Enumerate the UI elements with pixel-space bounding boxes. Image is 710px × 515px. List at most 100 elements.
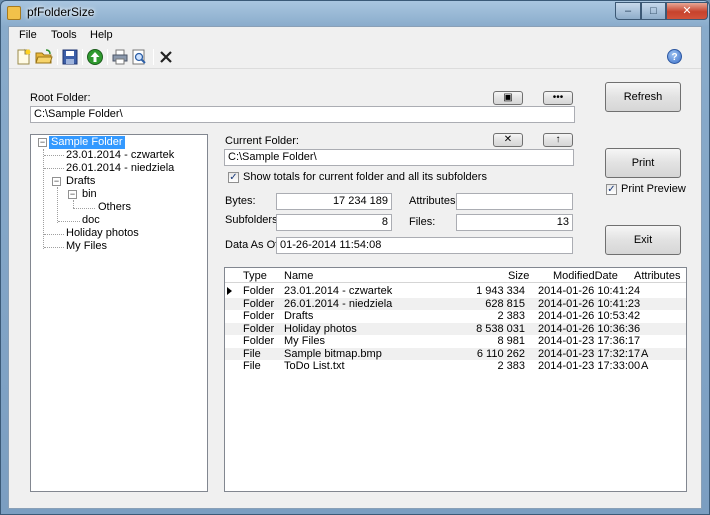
open-folder-icon[interactable] [35,48,53,66]
cell-name: Holiday photos [284,322,357,335]
tree-line [73,200,74,208]
cell-size: 8 981 [497,335,525,347]
cell-type: File [243,360,261,372]
tree-line [73,208,95,209]
tree-line [44,155,64,156]
cell-type: Folder [243,297,275,310]
current-folder-label: Current Folder: [225,135,299,147]
table-row[interactable]: File Sample bitmap.bmp 6 110 262 2014-01-23… [225,347,686,360]
clear-current-button[interactable]: ✕ [493,133,523,147]
menu-tools[interactable]: Tools [51,29,77,41]
print-icon[interactable] [111,48,129,66]
print-preview-checkbox[interactable]: ✓ [606,184,617,195]
tree-line [44,168,64,169]
cell-modified: 2014-01-26 10:36:36 [538,322,641,335]
menu-file[interactable]: File [19,29,37,41]
tree-node-my-files[interactable]: My Files [66,240,107,253]
tree-line [44,247,64,248]
table-row[interactable]: Folder 23.01.2014 - czwartek 1 943 334 2014… [225,285,686,297]
up-arrow-icon[interactable] [86,48,104,66]
tree-node-26-01-2014[interactable]: 26.01.2014 - niedziela [66,162,174,175]
help-icon[interactable]: ? [667,49,682,64]
new-icon[interactable] [15,48,33,66]
menu-bar: File Tools Help [9,27,701,45]
toolbar-separator [82,49,83,65]
grid-header: Type Name Size ModifiedDate Attributes [225,268,686,283]
cell-size: 8 538 031 [476,322,525,335]
table-row[interactable]: Folder Drafts 2 383 2014-01-26 10:53:42 [225,310,686,322]
tree-node-sample-folder[interactable]: Sample Folder [49,136,125,149]
tree-collapse-toggle[interactable]: − [52,177,61,186]
menu-help[interactable]: Help [90,29,113,41]
up-folder-button[interactable]: ↑ [543,133,573,147]
minimize-button[interactable]: – [615,2,641,20]
tree-node-bin[interactable]: bin [82,188,97,201]
current-folder-input[interactable]: C:\Sample Folder\ [224,149,574,166]
cell-name: ToDo List.txt [284,360,345,372]
bytes-label: Bytes: [225,195,256,207]
tree-line [58,221,80,222]
files-label: Files: [409,216,436,228]
show-totals-label: Show totals for current folder and all i… [243,171,487,183]
cell-name: Drafts [284,310,314,322]
title-bar[interactable]: pfFolderSize – □ ✕ [1,1,709,25]
toolbar-separator [153,49,154,65]
cell-type: Folder [243,322,275,335]
column-name-header[interactable]: Name [284,270,313,282]
cell-size: 6 110 262 [476,347,525,360]
cell-attributes: A [641,347,649,360]
cell-size: 2 383 [497,310,525,322]
column-size-header[interactable]: Size [508,270,529,282]
tree-node-others[interactable]: Others [98,201,131,214]
print-preview-label: Print Preview [621,183,686,195]
tree-collapse-toggle[interactable]: − [68,190,77,199]
toolbar-separator [57,49,58,65]
cell-modified: 2014-01-23 17:33:00 [538,360,641,372]
bytes-value: 17 234 189 [276,193,392,210]
show-totals-checkbox[interactable]: ✓ [228,172,239,183]
tree-node-holiday-photos[interactable]: Holiday photos [66,227,139,240]
attributes-label: Attributes: [409,195,459,207]
cell-modified: 2014-01-23 17:36:17 [538,335,641,347]
data-as-of-label: Data As Of: [225,239,282,251]
client-area: File Tools Help ? Root Folder: ▣ ••• C:\… [8,26,702,509]
cell-modified: 2014-01-26 10:53:42 [538,310,641,322]
root-folder-input[interactable]: C:\Sample Folder\ [30,106,575,123]
column-modified-header[interactable]: ModifiedDate [553,270,618,282]
root-pick-button[interactable]: ▣ [493,91,523,105]
print-preview-icon[interactable] [130,48,148,66]
browse-button[interactable]: ••• [543,91,573,105]
tree-node-doc[interactable]: doc [82,214,100,227]
window-title: pfFolderSize [27,5,95,19]
tree-node-drafts[interactable]: Drafts [66,175,95,188]
maximize-button[interactable]: □ [641,2,666,20]
refresh-button[interactable]: Refresh [605,82,681,112]
tree-node-23-01-2014[interactable]: 23.01.2014 - czwartek [66,149,174,162]
folder-tree[interactable]: − Sample Folder 23.01.2014 - czwartek 26… [30,134,208,492]
app-window: pfFolderSize – □ ✕ File Tools Help ? Roo… [0,0,710,515]
column-attributes-header[interactable]: Attributes [634,270,680,282]
cell-size: 1 943 334 [476,285,525,297]
table-row[interactable]: Folder 26.01.2014 - niedziela 628 815 2014-… [225,297,686,310]
app-icon [7,6,21,20]
delete-icon[interactable] [157,48,175,66]
contents-grid[interactable]: Type Name Size ModifiedDate Attributes F… [224,267,687,492]
cell-size: 2 383 [497,360,525,372]
cell-type: Folder [243,335,275,347]
cell-type: Folder [243,285,275,297]
column-type-header[interactable]: Type [243,270,267,282]
exit-button[interactable]: Exit [605,225,681,255]
print-button[interactable]: Print [605,148,681,178]
tree-line [44,234,64,235]
table-row[interactable]: Folder Holiday photos 8 538 031 2014-01-26 … [225,322,686,335]
tree-line [57,187,58,223]
table-row[interactable]: File ToDo List.txt 2 383 2014-01-23 17:33:0… [225,360,686,372]
table-row[interactable]: Folder My Files 8 981 2014-01-23 17:36:17 [225,335,686,347]
close-button[interactable]: ✕ [666,2,708,20]
save-icon[interactable] [61,48,79,66]
cell-name: My Files [284,335,325,347]
tree-collapse-toggle[interactable]: − [38,138,47,147]
cell-size: 628 815 [485,297,525,310]
subfolders-label: Subfolders: [225,214,281,226]
files-value: 13 [456,214,573,231]
